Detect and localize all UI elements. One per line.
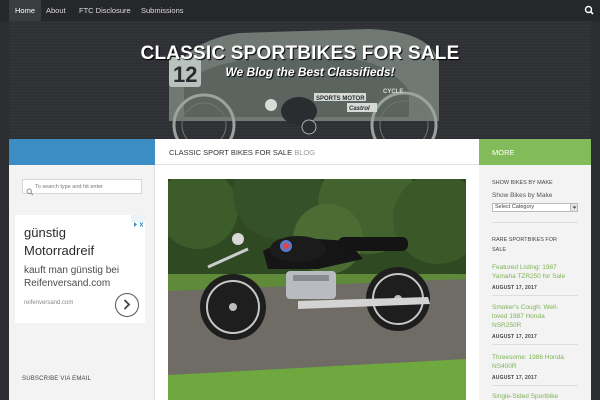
nav-ftc-disclosure[interactable]: FTC Disclosure [73,0,137,21]
post-link-3-line-2: NS400R [492,363,517,370]
post-date-2: AUGUST 17, 2017 [492,334,537,340]
ad-text-line-1: kauft man günstig bei [24,265,120,276]
left-sidebar: günstig Motorradreif kauft man günstig b… [9,165,155,400]
banner-motorcycle-illustration: 12 SPORTS MOTOR Castrol CYCLE [169,29,439,139]
site-tagline: We Blog the Best Classifieds! [225,65,395,79]
chevron-down-icon [570,204,577,211]
content-header: CLASSIC SPORT BIKES FOR SALE BLOG [155,139,479,165]
breadcrumb-section: BLOG [294,148,316,157]
left-sidebar-header [9,139,155,165]
sidebar-search[interactable] [22,179,142,196]
post-link-4-line-1: Single-Sided Sportbike [492,393,559,400]
featured-motorcycle-photo[interactable] [168,179,466,400]
post-link-1-line-2: Yamaha TZR250 for Sale [492,273,566,280]
post-link-2-line-1: Smoker's Cough: Well- [492,304,559,311]
post-link-2[interactable]: Smoker's Cough: Well- loved 1987 Honda N… [492,303,582,330]
post-date-3: AUGUST 17, 2017 [492,375,537,381]
post-link-4[interactable]: Single-Sided Sportbike [492,392,582,400]
post-link-1-line-1: Featured Listing: 1987 [492,264,557,271]
more-label: MORE [492,148,515,157]
nav-home[interactable]: Home [9,0,42,21]
post-link-2-line-2: loved 1987 Honda [492,313,545,320]
post-link-2-line-3: NSR250R [492,322,522,329]
by-make-label: Show Bikes by Make [492,192,553,199]
right-sidebar: SHOW BIKES BY MAKE Show Bikes by Make Se… [479,165,591,400]
ad-text-line-2: Reifenversand.com [24,278,111,289]
divider [492,295,578,296]
post-link-3[interactable]: Threesome: 1986 Honda NS400R [492,353,582,371]
chevron-right-icon[interactable] [115,293,139,317]
search-input[interactable] [35,181,139,192]
ad-domain: reifenversand.com [24,300,74,306]
post-date-1: AUGUST 17, 2017 [492,285,537,291]
main-content [155,165,479,400]
right-sidebar-header: MORE [479,139,591,165]
ad-choices-icon[interactable] [131,215,145,227]
svg-text:SPORTS MOTOR: SPORTS MOTOR [316,96,365,102]
category-select-value: Select Category [495,204,535,210]
nav-about[interactable]: About [40,0,72,21]
advertisement[interactable]: günstig Motorradreif kauft man günstig b… [15,215,145,323]
breadcrumb: CLASSIC SPORT BIKES FOR SALE BLOG [169,148,315,157]
divider [492,222,578,223]
nav-submissions[interactable]: Submissions [135,0,190,21]
top-navigation: Home About FTC Disclosure Submissions [0,0,600,21]
search-icon [26,183,34,196]
page-border-right [591,21,600,400]
category-select[interactable]: Select Category [492,203,578,212]
breadcrumb-site: CLASSIC SPORT BIKES FOR SALE [169,148,293,157]
ad-headline-line-2: Motorradreif [24,243,95,258]
post-link-3-line-1: Threesome: 1986 Honda [492,354,564,361]
rare-widget-title-line-1: RARE SPORTBIKES FOR [492,237,557,243]
divider [492,344,578,345]
svg-text:CYCLE: CYCLE [383,89,403,95]
site-banner[interactable]: 12 SPORTS MOTOR Castrol CYCLE CLASSIC SP… [9,21,591,139]
site-title[interactable]: CLASSIC SPORTBIKES FOR SALE [9,43,591,65]
search-icon[interactable] [579,0,600,21]
divider [492,385,578,386]
by-make-widget-title: SHOW BIKES BY MAKE [492,180,553,186]
rare-widget-title-line-2: SALE [492,247,507,253]
ad-headline-line-1: günstig [24,225,66,240]
subscribe-title: SUBSCRIBE VIA EMAIL [22,376,92,382]
page-border-left [0,21,9,400]
post-link-1[interactable]: Featured Listing: 1987 Yamaha TZR250 for… [492,263,582,281]
svg-text:Castrol: Castrol [349,106,370,112]
